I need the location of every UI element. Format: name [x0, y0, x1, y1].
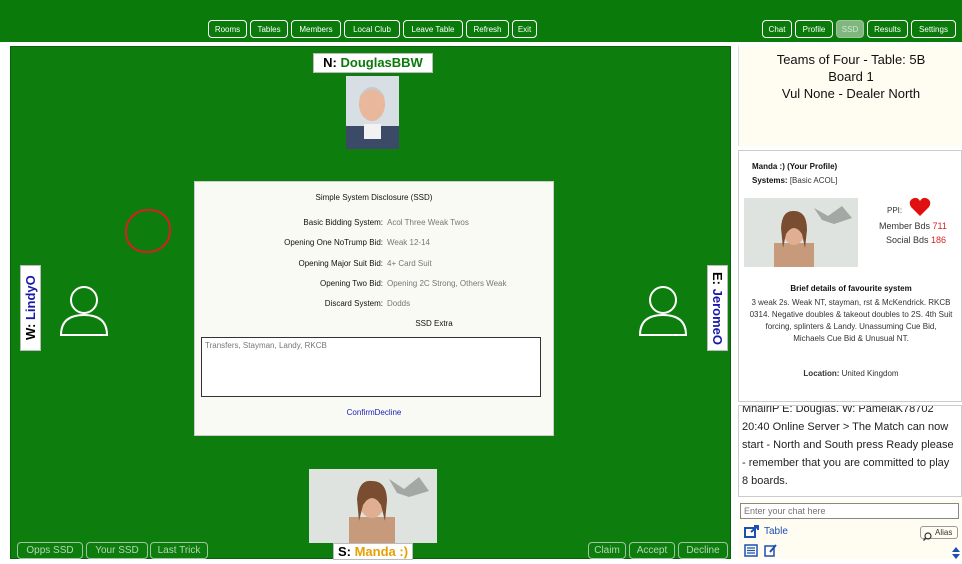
ssd-row-value: Acol Three Weak Twos [387, 218, 469, 227]
results-button[interactable]: Results [867, 20, 908, 38]
ssd-actions: ConfirmDecline [195, 408, 553, 417]
member-bds: Member Bds 711 [879, 221, 947, 231]
social-bds: Social Bds 186 [886, 235, 946, 245]
south-prefix: S: [337, 544, 355, 559]
share-icon[interactable] [744, 524, 760, 543]
ssd-extra-textarea[interactable]: Transfers, Stayman, Landy, RKCB [201, 337, 541, 397]
refresh-button[interactable]: Refresh [466, 20, 509, 38]
chat-log-text: MhairiP E: Douglas. W: PamelaK78702 20:4… [742, 405, 954, 487]
north-player-photo [346, 76, 399, 149]
social-bds-value: 186 [931, 235, 947, 245]
sort-icon[interactable] [952, 546, 960, 564]
social-bds-label: Social Bds [886, 235, 929, 245]
ssd-dialog: Simple System Disclosure (SSD) Basic Bid… [194, 181, 554, 436]
chat-input-area: Table Alias [738, 500, 962, 559]
opps-ssd-button[interactable]: Opps SSD [17, 542, 83, 559]
list-icon[interactable] [744, 544, 758, 562]
claim-button[interactable]: Claim [588, 542, 626, 559]
profile-heading: Manda :) (Your Profile) [752, 162, 838, 171]
accept-button[interactable]: Accept [629, 542, 675, 559]
heart-icon [909, 197, 931, 222]
south-seat-label: S: Manda :) [333, 543, 413, 560]
search-icon [923, 528, 932, 546]
ssd-row-key: Discard System: [324, 299, 383, 308]
vul-dealer-line: Vul None - Dealer North [781, 86, 921, 101]
chat-button[interactable]: Chat [762, 20, 792, 38]
exit-button[interactable]: Exit [512, 20, 537, 38]
fav-system-text: 3 weak 2s. Weak NT, stayman, rst & McKen… [749, 298, 953, 343]
ssd-row-key: Opening Two Bid: [319, 279, 383, 288]
ssd-row-key: Opening Major Suit Bid: [298, 259, 384, 268]
chat-input[interactable] [740, 503, 959, 519]
profile-panel: Manda :) (Your Profile) Systems: [Basic … [738, 150, 962, 402]
ssd-title: Simple System Disclosure (SSD) [315, 193, 433, 202]
north-player-name[interactable]: DouglasBBW [341, 55, 423, 70]
location-value: United Kingdom [841, 369, 899, 378]
ssd-row-key: Basic Bidding System: [303, 218, 383, 227]
last-trick-button[interactable]: Last Trick [150, 542, 208, 559]
chat-log[interactable]: MhairiP E: Douglas. W: PamelaK78702 20:4… [738, 405, 962, 497]
ssd-row-value: Dodds [387, 299, 411, 308]
location-label: Location: [803, 369, 840, 378]
ssd-row-value: Weak 12-14 [387, 238, 430, 247]
west-prefix: W: [23, 320, 38, 341]
rooms-button[interactable]: Rooms [208, 20, 247, 38]
east-prefix: E: [710, 271, 725, 289]
west-avatar-icon [57, 283, 111, 337]
south-player-photo [309, 469, 437, 543]
leave-table-button[interactable]: Leave Table [403, 20, 463, 38]
local-club-button[interactable]: Local Club [344, 20, 400, 38]
decline-button[interactable]: Decline [678, 542, 728, 559]
profile-photo [744, 198, 858, 267]
north-prefix: N: [323, 55, 341, 70]
event-line: Teams of Four - Table: 5B [776, 52, 926, 67]
fav-system-title: Brief details of favourite system [790, 284, 912, 293]
ssd-extra-label: SSD Extra [415, 319, 453, 328]
red-annotation-circle [125, 209, 171, 253]
edit-icon[interactable] [764, 544, 778, 562]
east-player-name[interactable]: JeromeO [710, 288, 725, 344]
north-seat-label: N: DouglasBBW [313, 53, 433, 73]
chat-target-label[interactable]: Table [764, 526, 788, 537]
tables-button[interactable]: Tables [250, 20, 288, 38]
ssd-row-key: Opening One NoTrump Bid: [284, 238, 383, 247]
board-info-panel: Teams of Four - Table: 5B Board 1 Vul No… [738, 46, 962, 146]
west-seat-label: W: LindyO [20, 265, 41, 351]
members-button[interactable]: Members [291, 20, 341, 38]
systems-label: Systems: [752, 176, 788, 185]
west-player-name[interactable]: LindyO [23, 276, 38, 321]
board-line: Board 1 [828, 69, 874, 84]
your-ssd-button[interactable]: Your SSD [86, 542, 148, 559]
top-toolbar: Rooms Tables Members Local Club Leave Ta… [0, 0, 962, 42]
location-line: Location: United Kingdom [747, 369, 955, 378]
systems-value: [Basic ACOL] [789, 176, 838, 185]
ssd-row-value: 4+ Card Suit [387, 259, 432, 268]
east-seat-label: E: JeromeO [707, 265, 728, 351]
member-bds-label: Member Bds [879, 221, 931, 231]
ppi-label: PPI: [887, 206, 903, 215]
ssd-button[interactable]: SSD [836, 20, 864, 38]
confirm-link[interactable]: Confirm [347, 408, 375, 417]
settings-button[interactable]: Settings [911, 20, 956, 38]
systems-line: Systems: [Basic ACOL] [752, 176, 837, 185]
ssd-row-value: Opening 2C Strong, Others Weak [387, 279, 507, 288]
profile-button[interactable]: Profile [795, 20, 833, 38]
decline-link[interactable]: Decline [375, 408, 402, 417]
member-bds-value: 711 [932, 221, 947, 231]
south-player-name[interactable]: Manda :) [355, 544, 408, 559]
east-avatar-icon [636, 283, 690, 337]
